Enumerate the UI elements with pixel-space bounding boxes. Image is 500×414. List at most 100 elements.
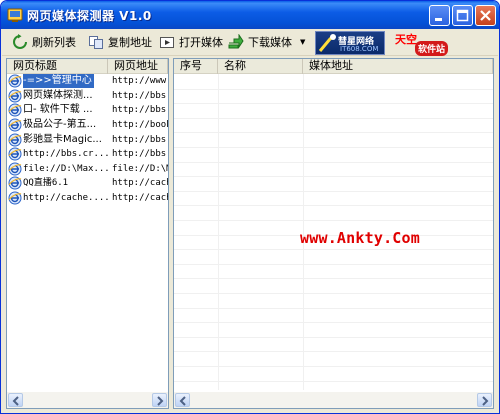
- page-list-rows: -=>>管理中心 http://www. 网页媒体探测... http://bbs. 口…: [7, 74, 168, 205]
- grid-row-line: [174, 351, 493, 353]
- arrow-left-icon: [12, 396, 19, 406]
- title-bar[interactable]: 网页媒体探测器 V1.0: [1, 1, 499, 29]
- page-list-row[interactable]: file://D:\Max... file://D:\M: [7, 162, 168, 177]
- page-title-text: http://bbs.cr...: [23, 149, 108, 160]
- grid-row-line: [174, 190, 493, 192]
- page-title-cell: http://bbs.cr...: [7, 147, 108, 161]
- ie-page-icon: [8, 74, 22, 88]
- page-list-row[interactable]: -=>>管理中心 http://www.: [7, 74, 168, 89]
- grid-row-line: [174, 176, 493, 178]
- page-list[interactable]: 网页标题 网页地址 -=>>管理中心 http://www. 网页媒体探测... ht…: [6, 58, 169, 409]
- grid-row-line: [174, 380, 493, 382]
- page-list-row[interactable]: QQ直播6.1 http://cach: [7, 176, 168, 191]
- sky-software-logo[interactable]: 天空 软件站: [391, 31, 463, 56]
- column-header-index[interactable]: 序号: [174, 59, 218, 74]
- page-title-cell: 影驰显卡Magic...: [7, 133, 108, 147]
- window-title: 网页媒体探测器 V1.0: [27, 9, 152, 23]
- grid-row-line: [174, 278, 493, 280]
- ie-page-icon: [8, 89, 22, 103]
- grid-column-line: [218, 74, 219, 390]
- page-url-cell: file://D:\M: [112, 163, 168, 174]
- comet-logo-subtext: IT608.COM: [340, 45, 379, 53]
- close-icon: [480, 10, 491, 21]
- scroll-left-button[interactable]: [8, 393, 23, 407]
- horizontal-scrollbar[interactable]: [7, 392, 168, 408]
- close-button[interactable]: [475, 5, 496, 26]
- page-list-row[interactable]: 影驰显卡Magic... http://bbs.: [7, 132, 168, 147]
- copy-address-button[interactable]: 复制地址: [88, 32, 152, 52]
- column-header-media-url[interactable]: 媒体地址: [303, 59, 493, 74]
- arrow-right-icon: [482, 396, 489, 406]
- page-list-row[interactable]: 口- 软件下载 ... http://bbs.: [7, 103, 168, 118]
- page-list-header: 网页标题 网页地址: [7, 59, 168, 74]
- grid-row-line: [174, 263, 493, 265]
- copy-address-label: 复制地址: [108, 36, 152, 49]
- page-title-cell: 网页媒体探测...: [7, 89, 108, 103]
- maximize-icon: [456, 9, 469, 22]
- grid-row-line: [174, 88, 493, 90]
- column-header-page-title[interactable]: 网页标题: [7, 59, 108, 74]
- grid-row-line: [174, 220, 493, 221]
- page-title-text: -=>>管理中心: [23, 74, 94, 89]
- download-media-label: 下载媒体: [248, 36, 292, 49]
- page-title-text: http://cache....: [23, 193, 108, 204]
- page-title-text: 网页媒体探测...: [23, 89, 93, 101]
- media-scroll-right-button[interactable]: [477, 393, 492, 407]
- page-url-cell: http://bbs.: [112, 149, 168, 160]
- ie-page-icon: [8, 147, 22, 161]
- page-title-cell: file://D:\Max...: [7, 162, 108, 176]
- page-url-cell: http://book: [112, 120, 168, 131]
- grid-row-line: [174, 336, 493, 338]
- grid-row-line: [174, 366, 493, 367]
- column-header-name[interactable]: 名称: [218, 59, 303, 74]
- copy-icon: [89, 36, 103, 49]
- download-media-button[interactable]: 下载媒体 ▼: [228, 32, 305, 52]
- download-icon: [228, 34, 244, 49]
- arrow-left-icon: [179, 396, 186, 406]
- sky-logo-text: 天空: [395, 33, 417, 46]
- page-title-cell: -=>>管理中心: [7, 74, 108, 89]
- column-header-page-url[interactable]: 网页地址: [108, 59, 168, 74]
- ie-page-icon: [8, 133, 22, 147]
- refresh-list-label: 刷新列表: [32, 36, 76, 49]
- refresh-list-button[interactable]: 刷新列表: [12, 32, 76, 52]
- minimize-icon: [435, 18, 442, 21]
- ie-page-icon: [8, 162, 22, 176]
- grid-row-line: [174, 205, 493, 207]
- page-url-cell: http://cach: [112, 193, 168, 204]
- grid-row-line: [174, 103, 493, 105]
- page-title-text: QQ直播6.1: [23, 178, 69, 189]
- open-media-icon: [160, 37, 174, 48]
- ie-page-icon: [8, 118, 22, 132]
- media-horizontal-scrollbar[interactable]: [174, 392, 493, 408]
- open-media-button[interactable]: 打开媒体: [159, 32, 223, 52]
- page-list-row[interactable]: 网页媒体探测... http://bbs.: [7, 89, 168, 104]
- dropdown-arrow-icon[interactable]: ▼: [300, 38, 305, 46]
- grid-row-line: [174, 293, 493, 294]
- scroll-right-button[interactable]: [152, 393, 167, 407]
- grid-row-line: [174, 117, 493, 119]
- page-list-row[interactable]: http://bbs.cr... http://bbs.: [7, 147, 168, 162]
- grid-row-line: [174, 161, 493, 163]
- watermark-text: www.Ankty.Com: [300, 229, 420, 247]
- media-list[interactable]: 序号 名称 媒体地址 www.Ankty.Com: [173, 58, 494, 409]
- page-list-row[interactable]: 极品公子-第五... http://book: [7, 118, 168, 133]
- maximize-button[interactable]: [452, 5, 473, 26]
- grid-row-line: [174, 249, 493, 251]
- page-title-cell: http://cache....: [7, 191, 108, 205]
- page-list-row[interactable]: http://cache.... http://cach: [7, 191, 168, 206]
- app-window: 网页媒体探测器 V1.0 刷新列表 复制地址 打开媒体 下载媒体 ▼ 彗星网络 …: [0, 0, 500, 414]
- sky-logo-subtext: 软件站: [415, 41, 449, 56]
- ie-page-icon: [8, 176, 22, 190]
- arrow-right-icon: [157, 396, 164, 406]
- page-title-cell: 口- 软件下载 ...: [7, 103, 108, 117]
- page-url-cell: http://www.: [112, 76, 168, 87]
- page-title-cell: 极品公子-第五...: [7, 118, 108, 132]
- media-scroll-left-button[interactable]: [175, 393, 190, 407]
- comet-network-logo[interactable]: 彗星网络 IT608.COM: [315, 31, 385, 55]
- grid-row-line: [174, 147, 493, 148]
- refresh-icon: [13, 34, 27, 49]
- page-title-text: 口- 软件下载 ...: [23, 104, 93, 116]
- minimize-button[interactable]: [429, 5, 450, 26]
- page-url-cell: http://bbs.: [112, 90, 168, 101]
